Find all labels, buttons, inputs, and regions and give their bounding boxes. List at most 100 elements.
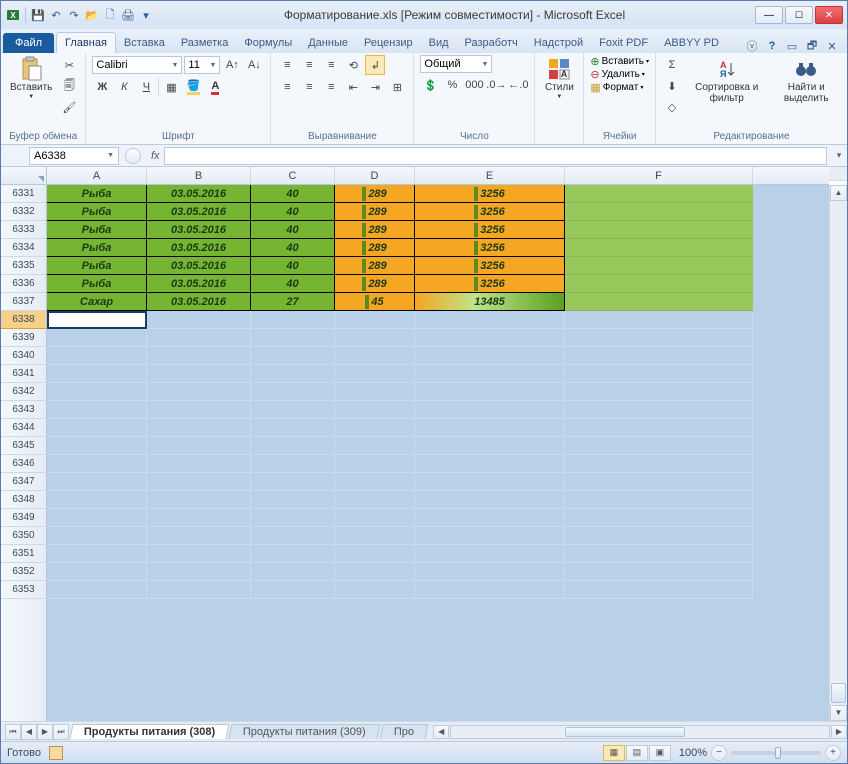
sheet-tab[interactable]: Про <box>379 724 428 739</box>
tab-insert[interactable]: Вставка <box>116 33 173 53</box>
format-painter-icon[interactable]: 🖌 <box>59 97 79 117</box>
cell[interactable] <box>565 221 753 239</box>
cell[interactable]: 03.05.2016 <box>147 239 251 257</box>
name-box[interactable]: A6338▼ <box>29 147 119 165</box>
cell[interactable]: 40 <box>251 257 335 275</box>
cell[interactable]: Рыба <box>47 257 147 275</box>
cell[interactable]: 27 <box>251 293 335 311</box>
view-pagebreak-icon[interactable]: ▣ <box>649 745 671 761</box>
cell[interactable]: 3256 <box>415 203 565 221</box>
open-icon[interactable]: 📂 <box>84 7 100 23</box>
delete-cells-button[interactable]: ⊖Удалить▾ <box>590 68 644 81</box>
fill-color-button[interactable]: 🪣 <box>183 77 203 97</box>
cell[interactable]: 3256 <box>415 275 565 293</box>
cell[interactable]: 03.05.2016 <box>147 203 251 221</box>
empty-row[interactable] <box>47 419 829 437</box>
paste-button[interactable]: Вставить ▼ <box>7 55 55 102</box>
hscroll-thumb[interactable] <box>565 727 685 737</box>
row-header[interactable]: 6348 <box>1 491 46 509</box>
zoom-out-button[interactable]: − <box>711 745 727 761</box>
empty-row[interactable] <box>47 545 829 563</box>
decrease-indent-icon[interactable]: ⇤ <box>343 77 363 97</box>
row-header[interactable]: 6344 <box>1 419 46 437</box>
decrease-decimal-icon[interactable]: ←.0 <box>508 75 528 95</box>
align-center-icon[interactable]: ≡ <box>299 77 319 97</box>
underline-button[interactable]: Ч <box>136 77 156 97</box>
empty-row[interactable] <box>47 491 829 509</box>
cell[interactable]: 03.05.2016 <box>147 293 251 311</box>
view-layout-icon[interactable]: ▤ <box>626 745 648 761</box>
align-top-icon[interactable]: ≡ <box>277 55 297 75</box>
row-header[interactable]: 6332 <box>1 203 46 221</box>
cell[interactable] <box>565 275 753 293</box>
cell[interactable]: 40 <box>251 275 335 293</box>
empty-row[interactable] <box>47 401 829 419</box>
macro-record-icon[interactable] <box>49 746 63 760</box>
empty-row[interactable] <box>47 527 829 545</box>
minimize-ribbon-icon[interactable]: ⓥ <box>745 39 759 53</box>
print-preview-icon[interactable]: 🖨 <box>120 7 136 23</box>
tab-file[interactable]: Файл <box>3 33 54 53</box>
fill-icon[interactable]: ⬇ <box>662 76 682 96</box>
row-header[interactable]: 6346 <box>1 455 46 473</box>
row-header[interactable]: 6336 <box>1 275 46 293</box>
cell[interactable]: Рыба <box>47 275 147 293</box>
table-row[interactable]: Рыба03.05.2016402893256 <box>47 275 829 293</box>
row-header[interactable]: 6333 <box>1 221 46 239</box>
row-header[interactable]: 6340 <box>1 347 46 365</box>
close-button[interactable]: ✕ <box>815 6 843 24</box>
cell[interactable] <box>565 185 753 203</box>
expand-formula-icon[interactable]: ▾ <box>831 150 847 161</box>
prev-sheet-icon[interactable]: ◀ <box>21 724 37 740</box>
tab-review[interactable]: Рецензир <box>356 33 421 53</box>
cell[interactable] <box>565 293 753 311</box>
row-header[interactable]: 6335 <box>1 257 46 275</box>
doc-minimize-icon[interactable]: ▭ <box>785 39 799 53</box>
row-header[interactable]: 6349 <box>1 509 46 527</box>
cell[interactable]: 40 <box>251 221 335 239</box>
col-header-B[interactable]: B <box>147 167 251 184</box>
scroll-thumb[interactable] <box>831 683 846 703</box>
zoom-in-button[interactable]: + <box>825 745 841 761</box>
cell[interactable]: 289 <box>335 203 415 221</box>
row-header[interactable]: 6347 <box>1 473 46 491</box>
empty-row[interactable] <box>47 311 829 329</box>
redo-icon[interactable]: ↷ <box>66 7 82 23</box>
cell[interactable]: 40 <box>251 185 335 203</box>
row-header[interactable]: 6331 <box>1 185 46 203</box>
save-icon[interactable]: 💾 <box>30 7 46 23</box>
fx-label[interactable]: fx <box>151 150 160 162</box>
autosum-icon[interactable]: Σ <box>662 55 682 75</box>
zoom-level[interactable]: 100% <box>679 747 707 759</box>
help-icon[interactable]: ? <box>765 39 779 53</box>
cell[interactable]: 03.05.2016 <box>147 185 251 203</box>
scroll-left-icon[interactable]: ◀ <box>433 725 449 739</box>
cell[interactable]: 289 <box>335 257 415 275</box>
border-button[interactable]: ▦ <box>161 77 181 97</box>
scroll-right-icon[interactable]: ▶ <box>831 725 847 739</box>
bold-button[interactable]: Ж <box>92 77 112 97</box>
tab-data[interactable]: Данные <box>300 33 356 53</box>
wrap-text-button[interactable]: ↲ <box>365 55 385 75</box>
format-cells-button[interactable]: ▦Формат▾ <box>590 81 643 94</box>
cut-icon[interactable]: ✂ <box>59 55 79 75</box>
font-size-combo[interactable]: 11▼ <box>184 56 220 74</box>
sheet-tab-active[interactable]: Продукты питания (308) <box>69 724 229 739</box>
empty-row[interactable] <box>47 383 829 401</box>
col-header-C[interactable]: C <box>251 167 335 184</box>
cell[interactable]: 40 <box>251 203 335 221</box>
currency-icon[interactable]: 💲 <box>420 75 440 95</box>
zoom-slider[interactable] <box>731 751 821 755</box>
row-header[interactable]: 6350 <box>1 527 46 545</box>
font-name-combo[interactable]: Calibri▼ <box>92 56 182 74</box>
align-bottom-icon[interactable]: ≡ <box>321 55 341 75</box>
copy-icon[interactable]: 🗐 <box>59 76 79 96</box>
col-header-F[interactable]: F <box>565 167 753 184</box>
empty-row[interactable] <box>47 581 829 599</box>
cancel-icon[interactable] <box>125 148 141 164</box>
empty-row[interactable] <box>47 563 829 581</box>
horizontal-scrollbar[interactable]: ◀ ▶ <box>433 725 847 739</box>
cell[interactable]: 45 <box>335 293 415 311</box>
empty-row[interactable] <box>47 509 829 527</box>
merge-button[interactable]: ⊞ <box>387 77 407 97</box>
